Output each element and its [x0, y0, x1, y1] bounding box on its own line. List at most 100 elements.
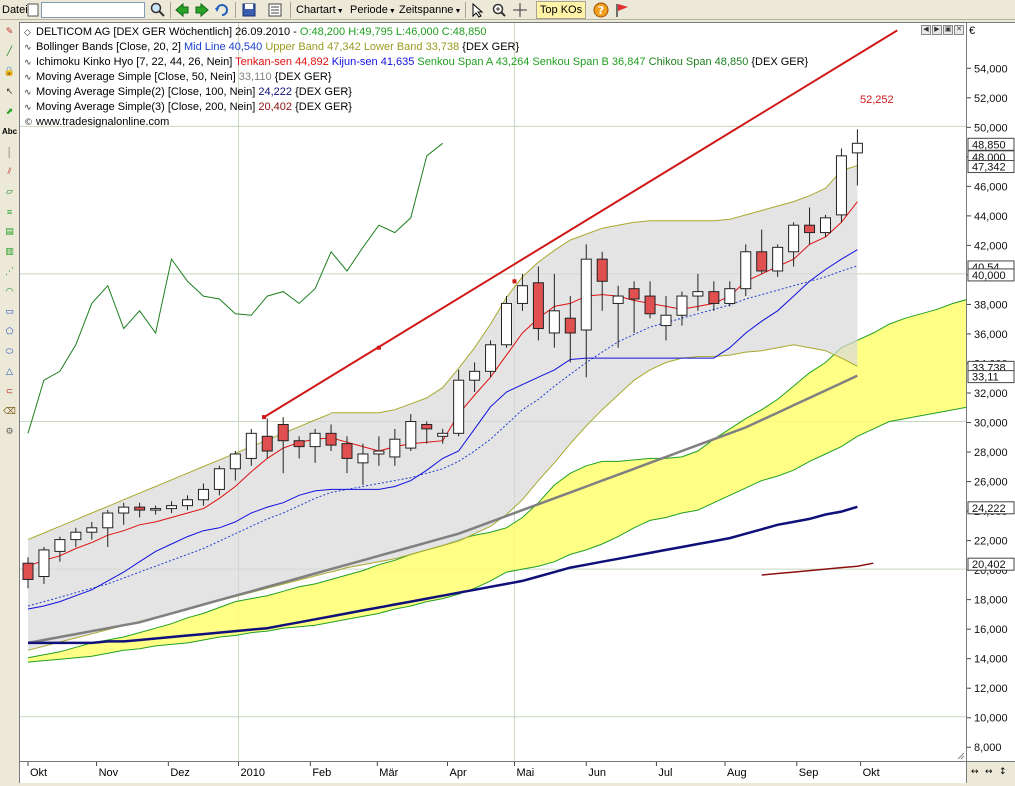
parallel-lines-icon[interactable]: ⫽ [2, 164, 17, 179]
help-icon[interactable]: ? [592, 1, 610, 19]
up-arrow-icon[interactable]: ⬈ [2, 104, 17, 119]
price-axis[interactable]: €54,00052,00050,00048,00046,00044,00042,… [967, 22, 1015, 762]
price-tag-label: 48,850 [972, 139, 1006, 151]
tenkan-value: Tenkan-sen 44,892 [235, 56, 329, 68]
candle-bull [405, 421, 417, 449]
text-icon[interactable]: Abc [2, 124, 17, 139]
candle-bear [708, 291, 720, 304]
zoom-out-icon[interactable]: ↔ [985, 767, 993, 777]
cursor-icon[interactable]: ↖ [2, 84, 17, 99]
line-icon[interactable]: ╱ [2, 44, 17, 59]
chevron-down-icon: ▼ [388, 8, 396, 15]
magnet-icon[interactable]: ⊂ [2, 384, 17, 399]
andrews-icon[interactable]: ▥ [2, 244, 17, 259]
legend-ma100-row[interactable]: ∿ Moving Average Simple(2) [Close, 100, N… [24, 85, 808, 100]
x-tick-label: Apr [449, 767, 466, 779]
candle-bear [421, 423, 433, 430]
restore-icon[interactable]: ▣ [943, 25, 953, 35]
toolbar-separator [235, 2, 236, 18]
symbol-input[interactable] [41, 2, 145, 18]
candle-bull [516, 285, 528, 304]
candle-bull [453, 379, 465, 434]
candle-bull [182, 499, 193, 507]
scroll-right-icon[interactable]: ▶ [932, 25, 942, 35]
zoom-icon[interactable] [490, 1, 508, 19]
scroll-left-icon[interactable]: ◀ [921, 25, 931, 35]
ellipse-icon[interactable]: ⬭ [2, 344, 17, 359]
ma100-label: Moving Average Simple(2) [Close, 100, Ne… [36, 86, 259, 98]
candle-bear [628, 288, 640, 300]
y-tick-label: 12,000 [974, 683, 1008, 695]
gann-icon[interactable]: ▤ [2, 224, 17, 239]
crosshair-icon[interactable] [511, 1, 529, 19]
candle-bull [851, 142, 863, 154]
rectangle-icon[interactable]: ▭ [2, 304, 17, 319]
period-menu[interactable]: Periode▼ [350, 1, 396, 19]
ohlc-readout: O:48,200 H:49,795 L:46,000 C:48,850 [299, 26, 487, 38]
x-tick-label: Okt [863, 767, 880, 779]
legend-bollinger-row[interactable]: ∿ Bollinger Bands [Close, 20, 2] Mid Line… [24, 40, 808, 55]
ma50-value: 33,110 [238, 71, 272, 83]
zoom-in-icon[interactable]: ↔ [971, 767, 979, 777]
forward-arrow-icon[interactable] [193, 1, 211, 19]
triangle-icon[interactable]: △ [2, 364, 17, 379]
chart-window-buttons: ◀ ▶ ▣ ✕ [921, 25, 964, 35]
channel-icon[interactable]: ▱ [2, 184, 17, 199]
price-axis-svg: €54,00052,00050,00048,00046,00044,00042,… [967, 25, 1015, 754]
x-tick-label: Jun [588, 767, 606, 779]
polygon-icon[interactable]: ⬠ [2, 324, 17, 339]
ma50-exchange: {DEX GER} [271, 71, 332, 83]
y-tick-label: 18,000 [974, 595, 1008, 607]
candle-bear [134, 506, 146, 511]
settings-icon[interactable]: ⚙ [2, 424, 17, 439]
eraser-icon[interactable]: ⌫ [2, 404, 17, 419]
chart-area[interactable]: 52,252 ◇ DELTICOM AG [DEX GER Wöchentlich… [19, 22, 967, 762]
lock-icon[interactable]: 🔒 [2, 64, 17, 79]
x-tick-label: Mär [379, 767, 398, 779]
chevron-down-icon: ▼ [454, 8, 462, 15]
list-icon[interactable] [266, 1, 284, 19]
candle-bull [245, 432, 257, 459]
x-tick-label: 2010 [241, 767, 265, 779]
candle-bull [38, 549, 50, 578]
flag-icon[interactable] [613, 1, 631, 19]
candle-bull [229, 453, 241, 470]
pointer-icon[interactable] [469, 1, 487, 19]
search-icon[interactable] [149, 1, 167, 19]
save-icon[interactable] [240, 1, 258, 19]
arc-icon[interactable]: ◠ [2, 284, 17, 299]
back-arrow-icon[interactable] [173, 1, 191, 19]
trendline-anchor [512, 279, 517, 284]
y-tick-label: 46,000 [974, 181, 1008, 193]
candle-bear [325, 432, 337, 446]
trendline-anchor [262, 415, 267, 420]
x-tick-label: Jul [658, 767, 672, 779]
charttype-menu-label: Chartart [296, 4, 336, 16]
price-chart[interactable]: 52,252 [20, 23, 966, 761]
close-icon[interactable]: ✕ [954, 25, 964, 35]
x-tick-label: Sep [799, 767, 819, 779]
legend-ma200-row[interactable]: ∿ Moving Average Simple(3) [Close, 200, N… [24, 100, 808, 115]
fan-icon[interactable]: ⋰ [2, 264, 17, 279]
y-tick-label: 52,000 [974, 93, 1008, 105]
candle-bull [357, 453, 369, 464]
bollinger-upper-value: Upper Band 47,342 [265, 41, 361, 53]
fit-icon[interactable]: ↕ [999, 767, 1007, 777]
legend-ma50-row[interactable]: ∿ Moving Average Simple [Close, 50, Nein]… [24, 70, 808, 85]
diamond-icon: ◇ [24, 28, 31, 38]
period-menu-label: Periode [350, 4, 388, 16]
candle-bull [309, 432, 321, 448]
timespan-menu[interactable]: Zeitspanne▼ [399, 1, 461, 19]
document-icon[interactable] [24, 1, 42, 19]
vertical-line-icon[interactable]: │ [2, 144, 17, 159]
legend-ichimoku-row[interactable]: ∿ Ichimoku Kinko Hyo [7, 22, 44, 26, Nein… [24, 55, 808, 70]
pencil-icon[interactable]: ✎ [2, 24, 17, 39]
fibonacci-icon[interactable]: ≡ [2, 204, 17, 219]
indicator-icon: ∿ [24, 103, 32, 113]
charttype-menu[interactable]: Chartart▼ [296, 1, 344, 19]
top-kos-button[interactable]: Top KOs [536, 1, 586, 19]
refresh-icon[interactable] [213, 1, 231, 19]
time-axis[interactable]: Okt Nov Dez 2010 Feb Mär Apr Mai Jun Jul Aug Sep Okt [19, 762, 967, 783]
candle-bull [166, 505, 178, 510]
drawing-toolbar: ✎ ╱ 🔒 ↖ ⬈ Abc │ ⫽ ▱ ≡ ▤ ▥ ⋰ ◠ ▭ ⬠ ⬭ △ ⊂ ⌫ ⚙ [0, 20, 19, 450]
